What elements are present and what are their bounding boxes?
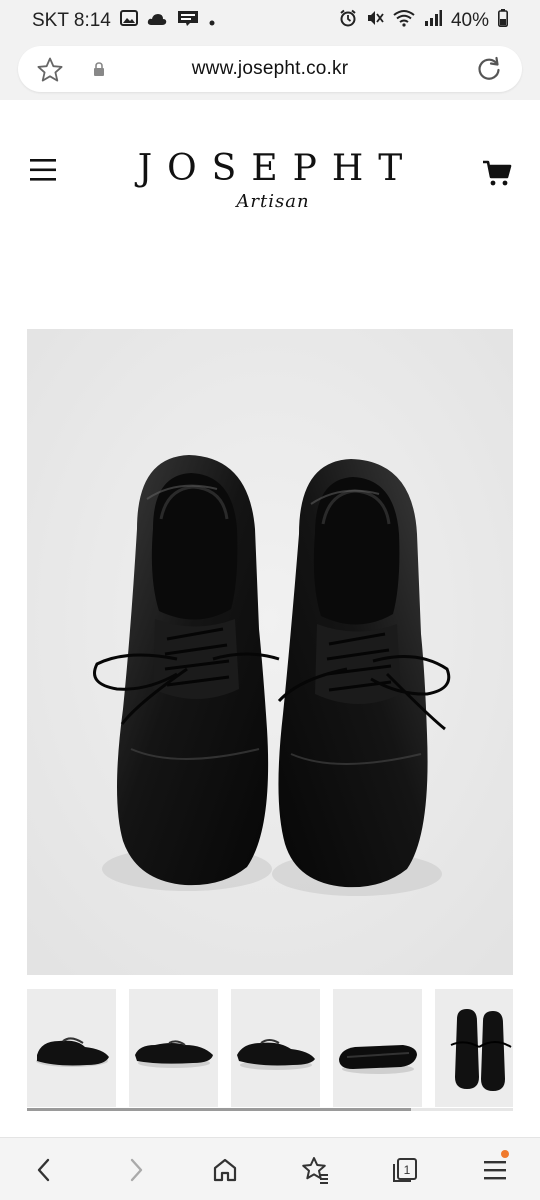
thumbnail-4[interactable] bbox=[333, 989, 422, 1107]
status-left: SKT 8:14 bbox=[32, 9, 215, 33]
status-bar: SKT 8:14 40% bbox=[0, 0, 540, 42]
dot-icon bbox=[209, 10, 215, 32]
home-icon[interactable] bbox=[209, 1154, 241, 1186]
wifi-icon bbox=[393, 9, 415, 33]
forward-icon[interactable] bbox=[120, 1154, 152, 1186]
reload-icon[interactable] bbox=[476, 56, 502, 82]
bookmarks-icon[interactable] bbox=[299, 1154, 331, 1186]
carrier-time: SKT 8:14 bbox=[32, 10, 111, 31]
cart-icon[interactable] bbox=[482, 158, 512, 188]
notification-dot bbox=[501, 1150, 509, 1158]
address-bar[interactable]: www.josepht.co.kr bbox=[18, 46, 522, 92]
thumbnail-5[interactable] bbox=[435, 989, 513, 1107]
status-right: 40% bbox=[339, 9, 508, 33]
site-header: JOSEPHT Artisan bbox=[0, 100, 540, 250]
gallery-icon bbox=[119, 10, 138, 32]
signal-icon bbox=[424, 10, 442, 32]
alarm-icon bbox=[339, 9, 357, 33]
thumbnail-1[interactable] bbox=[27, 989, 116, 1107]
thumbnail-strip[interactable] bbox=[27, 989, 513, 1107]
shoes-photo bbox=[27, 329, 513, 975]
battery-icon bbox=[498, 9, 508, 33]
mute-icon bbox=[366, 9, 384, 33]
thumbnail-3[interactable] bbox=[231, 989, 320, 1107]
menu-icon[interactable] bbox=[479, 1150, 511, 1186]
thumbnail-scrollbar[interactable] bbox=[27, 1108, 513, 1111]
product-main-image[interactable] bbox=[27, 329, 513, 975]
site-logo[interactable]: JOSEPHT Artisan bbox=[0, 148, 540, 212]
thumbnail-2[interactable] bbox=[129, 989, 218, 1107]
tab-count: 1 bbox=[404, 1163, 411, 1177]
browser-bottom-nav: 1 bbox=[0, 1137, 540, 1200]
thumbnail-scrollbar-thumb[interactable] bbox=[27, 1108, 411, 1111]
battery-percent: 40% bbox=[450, 10, 489, 31]
logo-name: JOSEPHT bbox=[137, 148, 418, 189]
browser-toolbar: www.josepht.co.kr bbox=[0, 42, 540, 100]
url-text[interactable]: www.josepht.co.kr bbox=[18, 58, 522, 80]
tabs-icon[interactable]: 1 bbox=[389, 1154, 421, 1186]
logo-subtitle: Artisan bbox=[236, 191, 310, 212]
webtoon-icon bbox=[176, 9, 200, 33]
cloud-icon bbox=[147, 10, 167, 32]
back-icon[interactable] bbox=[28, 1154, 60, 1186]
